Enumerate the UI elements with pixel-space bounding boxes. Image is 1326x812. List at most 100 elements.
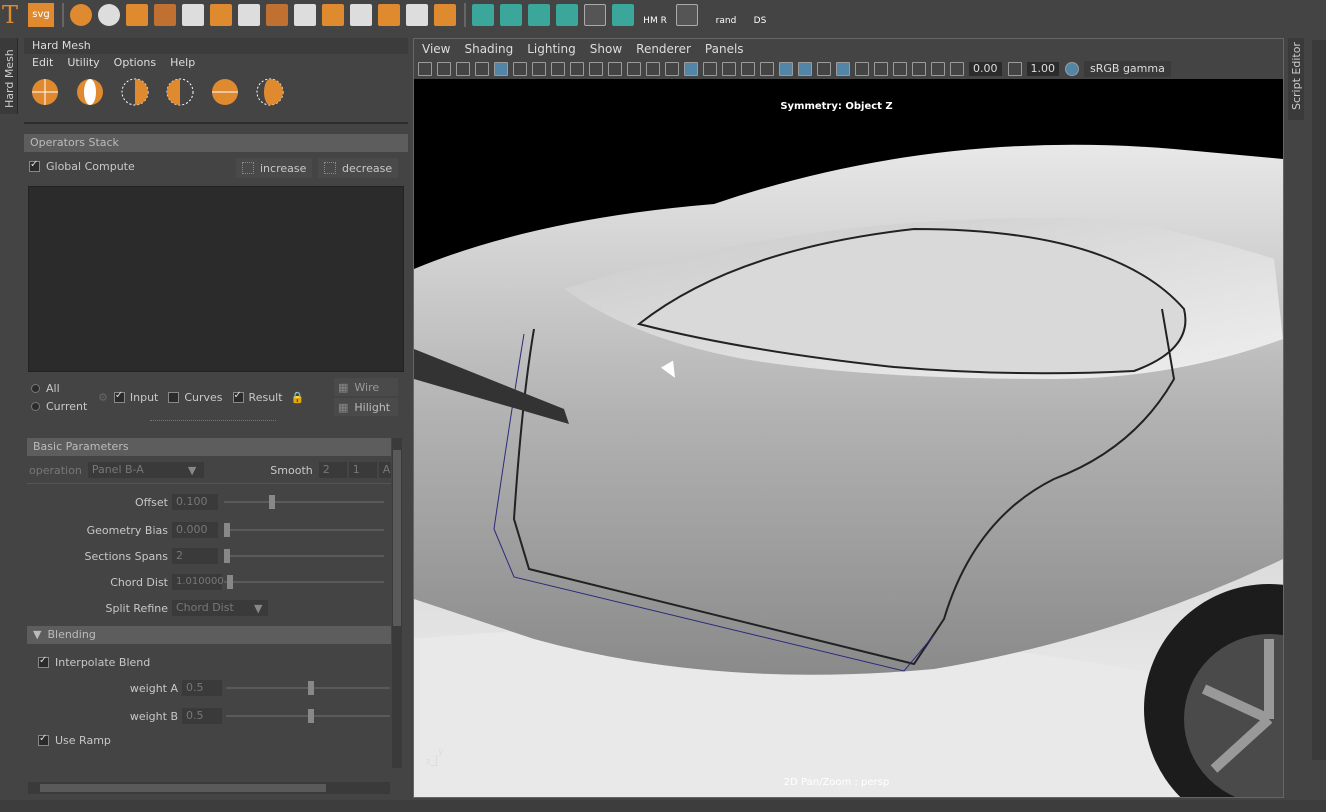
safe-action-icon[interactable]	[627, 62, 641, 76]
film-gate-icon[interactable]	[551, 62, 565, 76]
xray-icon[interactable]	[893, 62, 907, 76]
tool-icon[interactable]	[556, 4, 578, 26]
menu-lighting[interactable]: Lighting	[527, 42, 576, 56]
chord-dist-field[interactable]: 1.010000	[172, 574, 224, 590]
weight-a-field[interactable]: 0.5	[182, 680, 222, 696]
menu-options[interactable]: Options	[114, 54, 156, 72]
camera-attributes-icon[interactable]	[437, 62, 451, 76]
menu-renderer[interactable]: Renderer	[636, 42, 691, 56]
isolate-select-icon[interactable]	[874, 62, 888, 76]
tool-icon[interactable]	[612, 4, 634, 26]
blending-header[interactable]: ▼ Blending	[27, 626, 391, 644]
gamma-field[interactable]: 1.00	[1026, 62, 1059, 76]
color-management-icon[interactable]	[1065, 62, 1079, 76]
tool-icon[interactable]	[154, 4, 176, 26]
menu-view[interactable]: View	[422, 42, 450, 56]
tool-icon[interactable]	[98, 4, 120, 26]
operation-select[interactable]: Panel B-A	[87, 462, 204, 478]
geometry-bias-slider[interactable]	[224, 523, 384, 537]
gate-mask-icon[interactable]	[589, 62, 603, 76]
tool-icon[interactable]	[70, 4, 92, 26]
sphere-slice-icon[interactable]	[210, 77, 240, 107]
color-space-select[interactable]: sRGB gamma	[1084, 61, 1171, 77]
grease-pencil-icon[interactable]	[513, 62, 527, 76]
use-ramp-checkbox[interactable]	[38, 733, 49, 746]
basic-parameters-header[interactable]: Basic Parameters	[27, 438, 391, 456]
vertical-scrollbar[interactable]	[392, 438, 402, 768]
weight-b-slider[interactable]	[226, 709, 390, 723]
smooth-field-a[interactable]: 2	[318, 462, 347, 478]
tool-icon[interactable]	[406, 4, 428, 26]
tool-icon[interactable]	[350, 4, 372, 26]
menu-show[interactable]: Show	[590, 42, 622, 56]
hilight-button[interactable]: ▦ Hilight	[334, 398, 398, 416]
default-material-icon[interactable]	[703, 62, 717, 76]
tool-icon[interactable]	[500, 4, 522, 26]
script-editor-side-tab[interactable]: Script Editor	[1288, 38, 1304, 120]
ambient-occlusion-icon[interactable]	[798, 62, 812, 76]
current-radio[interactable]	[31, 402, 40, 411]
textured-icon[interactable]	[741, 62, 755, 76]
exposure-field[interactable]: 0.00	[969, 62, 1002, 76]
grid-icon[interactable]	[532, 62, 546, 76]
shadows-icon[interactable]	[779, 62, 793, 76]
safe-title-icon[interactable]	[646, 62, 660, 76]
sections-spans-field[interactable]: 2	[172, 548, 218, 564]
menu-help[interactable]: Help	[170, 54, 195, 72]
slider-handle[interactable]	[308, 709, 314, 723]
smooth-shade-icon[interactable]	[684, 62, 698, 76]
offset-field[interactable]: 0.100	[172, 494, 218, 510]
slider-handle[interactable]	[268, 495, 275, 509]
scroll-thumb[interactable]	[40, 784, 326, 792]
horizontal-scrollbar[interactable]	[28, 782, 390, 794]
tool-icon[interactable]	[528, 4, 550, 26]
tool-icon[interactable]	[378, 4, 400, 26]
offset-slider[interactable]	[224, 495, 384, 509]
smooth-field-b[interactable]: 1	[348, 462, 377, 478]
tool-icon[interactable]	[676, 4, 698, 26]
tool-icon[interactable]	[210, 4, 232, 26]
sphere-union-icon[interactable]	[30, 77, 60, 107]
wireframe-on-shaded-icon[interactable]	[722, 62, 736, 76]
bookmark-icon[interactable]	[456, 62, 470, 76]
menu-utility[interactable]: Utility	[67, 54, 99, 72]
xray-active-icon[interactable]	[912, 62, 926, 76]
wire-button[interactable]: ▦ Wire	[334, 378, 398, 396]
scroll-thumb[interactable]	[393, 450, 401, 626]
rand-button[interactable]: rand	[712, 3, 740, 27]
gamma-icon[interactable]	[1007, 62, 1022, 76]
operators-list[interactable]	[28, 186, 404, 372]
tool-icon[interactable]	[182, 4, 204, 26]
tool-icon[interactable]	[472, 4, 494, 26]
tool-icon[interactable]	[266, 4, 288, 26]
antialiasing-icon[interactable]	[836, 62, 850, 76]
sections-spans-slider[interactable]	[224, 549, 384, 563]
tool-icon[interactable]	[126, 4, 148, 26]
sphere-diff-icon[interactable]	[75, 77, 105, 107]
slider-handle[interactable]	[224, 549, 230, 563]
exposure-icon[interactable]	[950, 62, 964, 76]
2d-pan-zoom-icon[interactable]	[494, 62, 508, 76]
menu-shading[interactable]: Shading	[464, 42, 513, 56]
text-tool-icon[interactable]: T	[2, 2, 22, 28]
depth-of-field-icon[interactable]	[855, 62, 869, 76]
tool-icon[interactable]	[294, 4, 316, 26]
hm-r-button[interactable]: HM R	[640, 3, 670, 27]
geometry-bias-field[interactable]: 0.000	[172, 522, 218, 538]
global-compute-checkbox[interactable]	[29, 159, 40, 172]
slider-handle[interactable]	[224, 523, 230, 537]
tool-icon[interactable]	[584, 4, 606, 26]
menu-panels[interactable]: Panels	[705, 42, 744, 56]
slider-handle[interactable]	[308, 681, 314, 695]
sphere-half-icon[interactable]	[165, 77, 195, 107]
smooth-field-c[interactable]: A	[378, 462, 391, 478]
ds-button[interactable]: DS	[746, 3, 774, 27]
viewport-canvas[interactable]: Symmetry: Object Z 2D Pan/Zoom : persp y…	[414, 79, 1283, 797]
field-chart-icon[interactable]	[608, 62, 622, 76]
tool-icon[interactable]	[322, 4, 344, 26]
select-camera-icon[interactable]	[418, 62, 432, 76]
result-checkbox[interactable]	[232, 390, 244, 403]
interpolate-blend-checkbox[interactable]	[38, 655, 49, 668]
weight-b-field[interactable]: 0.5	[182, 708, 222, 724]
hard-mesh-side-tab[interactable]: Hard Mesh	[0, 38, 18, 114]
